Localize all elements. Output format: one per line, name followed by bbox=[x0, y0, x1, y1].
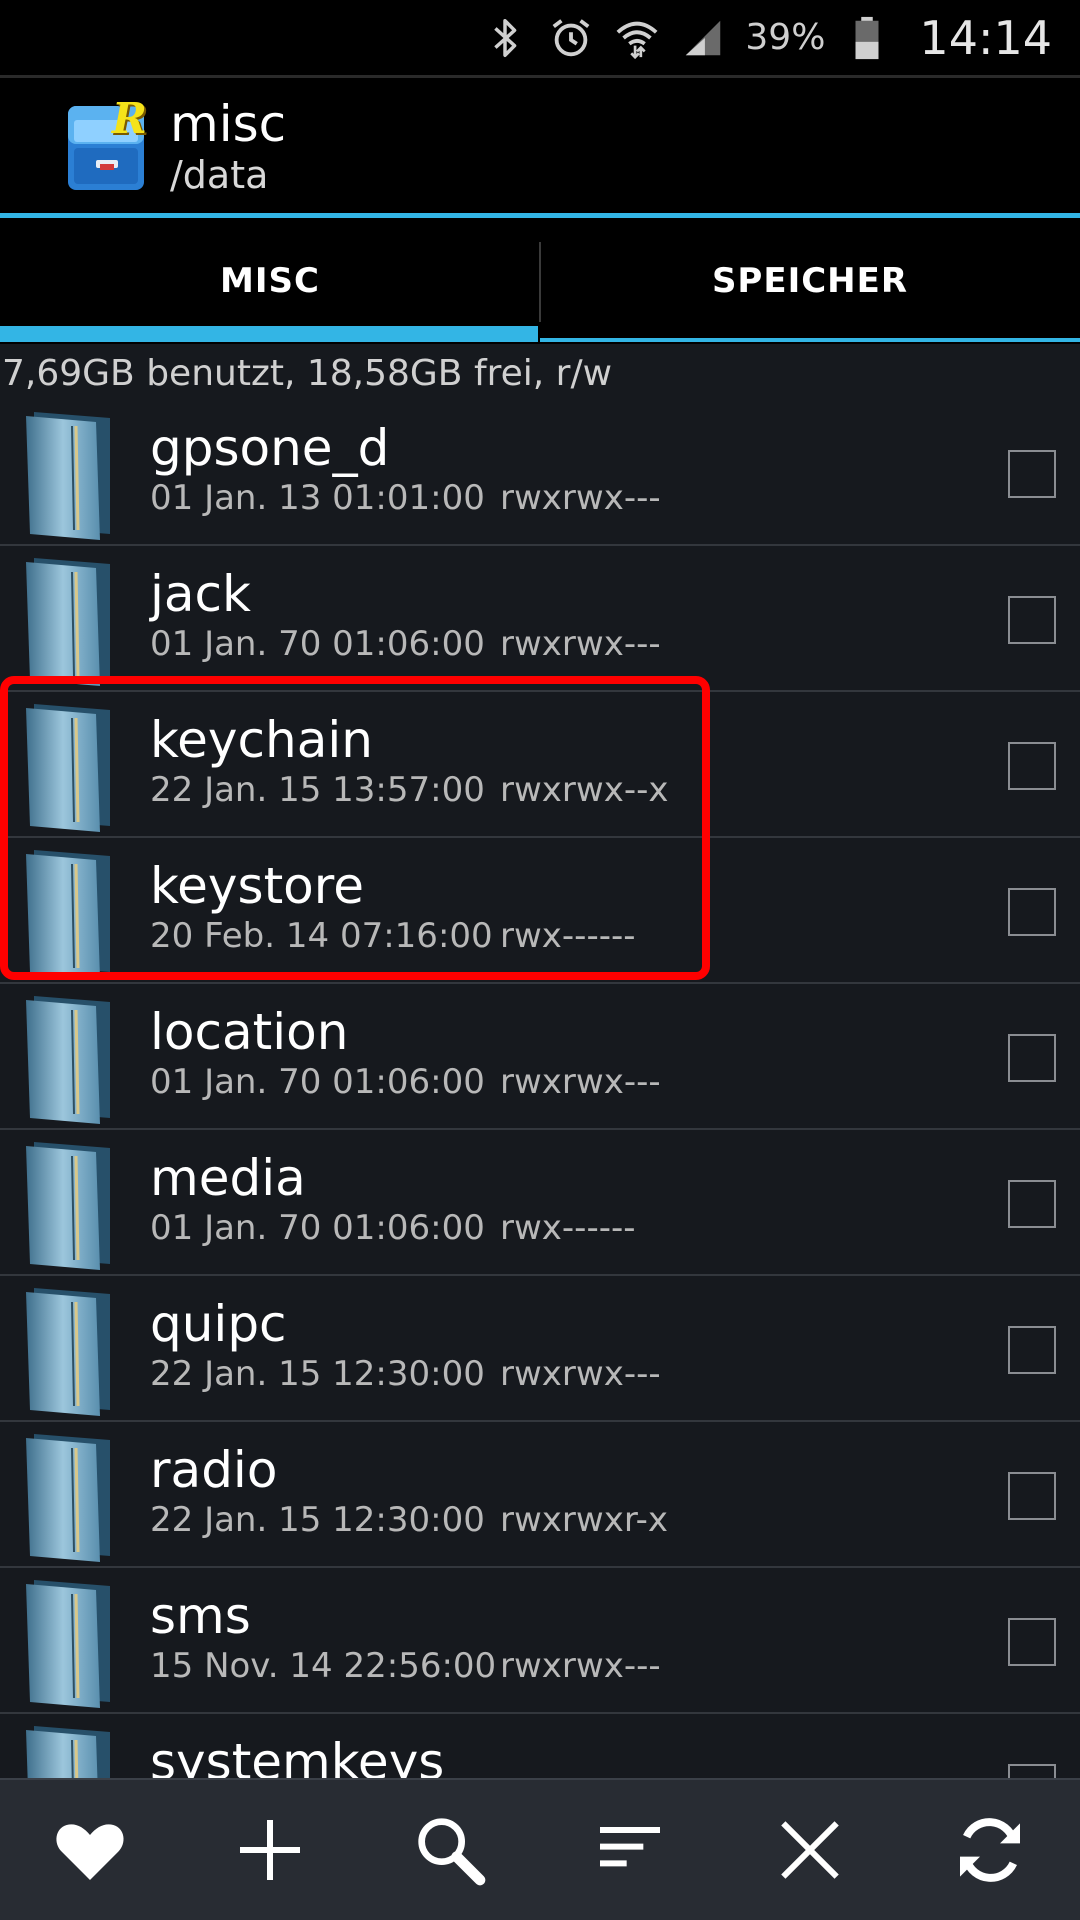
battery-percent: 39% bbox=[745, 17, 826, 58]
file-name: quipc bbox=[150, 1295, 287, 1353]
file-permissions: rwxrwx--- bbox=[500, 1354, 661, 1394]
folder-icon bbox=[26, 996, 110, 1124]
sort-icon bbox=[600, 1827, 660, 1867]
file-name: gpsone_d bbox=[150, 419, 390, 477]
select-checkbox[interactable] bbox=[1008, 742, 1056, 790]
file-name: media bbox=[150, 1149, 306, 1207]
folder-icon bbox=[26, 1434, 110, 1562]
sort-button[interactable] bbox=[570, 1790, 690, 1910]
list-item[interactable]: keychain 22 Jan. 15 13:57:00 rwxrwx--x bbox=[0, 692, 1080, 838]
file-name: jack bbox=[150, 565, 251, 623]
alarm-icon bbox=[547, 12, 595, 64]
file-permissions: rwx------ bbox=[500, 916, 636, 956]
current-path: /data bbox=[170, 152, 269, 197]
search-icon bbox=[418, 1818, 486, 1886]
select-checkbox[interactable] bbox=[1008, 450, 1056, 498]
app-logo-icon[interactable]: R bbox=[66, 94, 150, 194]
file-permissions: rwxrwx--- bbox=[500, 1062, 661, 1102]
file-date: 22 Jan. 15 12:30:00 bbox=[150, 1354, 485, 1394]
tab-speicher[interactable]: SPEICHER bbox=[540, 218, 1080, 344]
wifi-icon bbox=[613, 12, 661, 64]
file-date: 01 Jan. 13 01:01:00 bbox=[150, 478, 485, 518]
clock: 14:14 bbox=[919, 10, 1052, 65]
screen: 39% 14:14 R misc /data MISC SPEICHER 7,6… bbox=[0, 0, 1080, 1920]
file-date: 01 Jan. 70 01:06:00 bbox=[150, 624, 485, 664]
refresh-icon bbox=[960, 1818, 1020, 1882]
file-name: keystore bbox=[150, 857, 364, 915]
folder-icon bbox=[26, 1726, 110, 1778]
file-date: 20 Feb. 14 07:16:00 bbox=[150, 916, 493, 956]
select-checkbox[interactable] bbox=[1008, 888, 1056, 936]
select-checkbox[interactable] bbox=[1008, 1326, 1056, 1374]
signal-icon bbox=[679, 12, 727, 64]
folder-icon bbox=[26, 412, 110, 540]
folder-icon bbox=[26, 1288, 110, 1416]
list-item[interactable]: radio 22 Jan. 15 12:30:00 rwxrwxr-x bbox=[0, 1422, 1080, 1568]
app-logo-letter: R bbox=[112, 93, 147, 143]
file-name: systemkeys bbox=[150, 1733, 445, 1778]
file-permissions: rwxrwx--- bbox=[500, 478, 661, 518]
list-item[interactable]: jack 01 Jan. 70 01:06:00 rwxrwx--- bbox=[0, 546, 1080, 692]
plus-icon bbox=[240, 1820, 300, 1880]
file-name: radio bbox=[150, 1441, 278, 1499]
list-item[interactable]: media 01 Jan. 70 01:06:00 rwx------ bbox=[0, 1130, 1080, 1276]
tab-indicator-active bbox=[0, 326, 538, 342]
file-permissions: rwx------ bbox=[500, 1208, 636, 1248]
favorites-button[interactable] bbox=[30, 1790, 150, 1910]
add-button[interactable] bbox=[210, 1790, 330, 1910]
close-button[interactable] bbox=[750, 1790, 870, 1910]
select-checkbox[interactable] bbox=[1008, 1034, 1056, 1082]
action-bar-text: misc /data bbox=[170, 95, 286, 197]
folder-icon bbox=[26, 850, 110, 978]
list-item[interactable]: quipc 22 Jan. 15 12:30:00 rwxrwx--- bbox=[0, 1276, 1080, 1422]
heart-icon bbox=[56, 1824, 124, 1880]
folder-icon bbox=[26, 558, 110, 686]
file-date: 01 Jan. 70 01:06:00 bbox=[150, 1062, 485, 1102]
list-item[interactable]: sms 15 Nov. 14 22:56:00 rwxrwx--- bbox=[0, 1568, 1080, 1714]
folder-icon bbox=[26, 704, 110, 832]
file-list[interactable]: gpsone_d 01 Jan. 13 01:01:00 rwxrwx--- j… bbox=[0, 400, 1080, 1778]
page-title: misc bbox=[170, 94, 287, 153]
folder-icon bbox=[26, 1142, 110, 1270]
file-date: 01 Jan. 70 01:06:00 bbox=[150, 1208, 485, 1248]
select-checkbox[interactable] bbox=[1008, 1764, 1056, 1778]
list-item[interactable]: systemkeys bbox=[0, 1714, 1080, 1778]
list-item[interactable]: gpsone_d 01 Jan. 13 01:01:00 rwxrwx--- bbox=[0, 400, 1080, 546]
tab-separator bbox=[539, 242, 541, 322]
battery-icon bbox=[843, 12, 891, 64]
list-item[interactable]: location 01 Jan. 70 01:06:00 rwxrwx--- bbox=[0, 984, 1080, 1130]
file-permissions: rwxrwx--- bbox=[500, 624, 661, 664]
file-permissions: rwxrwxr-x bbox=[500, 1500, 669, 1540]
file-name: location bbox=[150, 1003, 349, 1061]
file-name: keychain bbox=[150, 711, 373, 769]
file-name: sms bbox=[150, 1587, 251, 1645]
status-bar: 39% 14:14 bbox=[0, 0, 1080, 75]
file-permissions: rwxrwx--x bbox=[500, 770, 669, 810]
storage-info: 7,69GB benutzt, 18,58GB frei, r/w bbox=[2, 353, 613, 394]
refresh-button[interactable] bbox=[930, 1790, 1050, 1910]
tab-indicator-inactive bbox=[540, 338, 1080, 342]
select-checkbox[interactable] bbox=[1008, 1472, 1056, 1520]
bottom-toolbar bbox=[0, 1778, 1080, 1920]
folder-icon bbox=[26, 1580, 110, 1708]
close-icon bbox=[781, 1821, 839, 1879]
file-date: 22 Jan. 15 12:30:00 bbox=[150, 1500, 485, 1540]
select-checkbox[interactable] bbox=[1008, 1618, 1056, 1666]
file-date: 22 Jan. 15 13:57:00 bbox=[150, 770, 485, 810]
action-bar: R misc /data bbox=[0, 78, 1080, 213]
list-item[interactable]: keystore 20 Feb. 14 07:16:00 rwx------ bbox=[0, 838, 1080, 984]
file-permissions: rwxrwx--- bbox=[500, 1646, 661, 1686]
file-date: 15 Nov. 14 22:56:00 bbox=[150, 1646, 497, 1686]
select-checkbox[interactable] bbox=[1008, 596, 1056, 644]
search-button[interactable] bbox=[390, 1790, 510, 1910]
select-checkbox[interactable] bbox=[1008, 1180, 1056, 1228]
bluetooth-icon bbox=[481, 12, 529, 64]
